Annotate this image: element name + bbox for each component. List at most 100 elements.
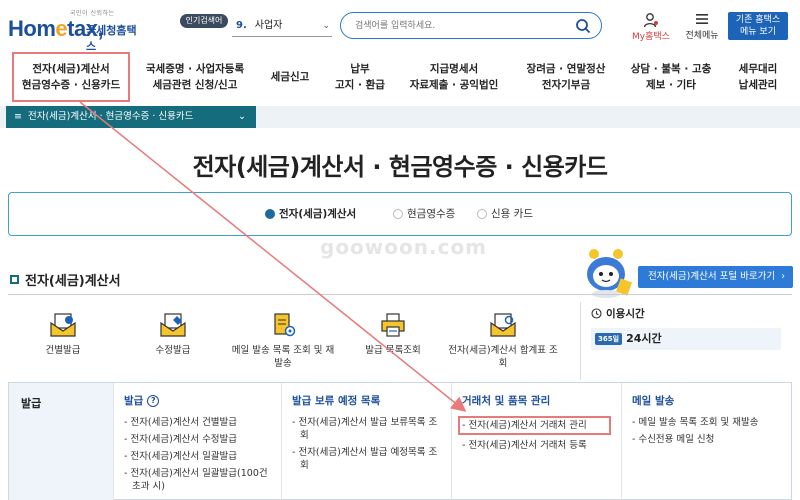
breadcrumb-label: 전자(세금)계산서 · 현금영수증 · 신용카드 — [27, 111, 194, 122]
menu-link[interactable]: - 전자(세금)계산서 건별발급 — [124, 416, 271, 429]
main-navigation: 전자(세금)계산서현금영수증 · 신용카드 국세증명 · 사업자등록세금관련 신… — [0, 52, 800, 102]
nav-label: 상담 · 불복 · 고충 — [630, 63, 712, 75]
my-hometax-label: My홈택스 — [632, 32, 670, 42]
section-title: 전자(세금)계산서 — [10, 270, 121, 289]
quick-summary[interactable]: 전자(세금)계산서 합계표 조회 — [448, 312, 558, 370]
chevron-right-icon: › — [781, 271, 785, 282]
issue-category-label: 발급 — [9, 383, 113, 500]
nav-item-counseling[interactable]: 상담 · 불복 · 고충 제보 · 기타 — [624, 52, 718, 102]
column-title: 발급 ? — [124, 393, 271, 408]
column-title-text: 발급 — [124, 395, 144, 407]
menu-link[interactable]: - 전자(세금)계산서 일괄발급(100건 초과 시) — [124, 467, 271, 493]
user-icon — [643, 13, 658, 28]
list-icon: ≡ — [14, 111, 22, 122]
mascot-icon — [587, 249, 632, 298]
column-title: 메일 발송 — [632, 395, 675, 407]
menu-link[interactable]: - 전자(세금)계산서 수정발급 — [124, 433, 271, 446]
breadcrumb-dropdown[interactable]: ≡ 전자(세금)계산서 · 현금영수증 · 신용카드 ⌄ — [6, 106, 256, 128]
menu-link-text: 전자(세금)계산서 거래처 관리 — [468, 420, 587, 431]
portal-button-label: 전자(세금)계산서 포털 바로가기 — [648, 271, 776, 282]
quick-issue-list[interactable]: 발급 목록조회 — [338, 312, 448, 357]
nav-sublabel: 세금관련 신청/신고 — [152, 79, 238, 91]
quick-issue-modify[interactable]: 수정발급 — [118, 312, 228, 357]
usage-title: 이용시간 — [591, 306, 645, 321]
usage-time-box: 이용시간 365일 24시간 — [580, 302, 792, 380]
menu-link[interactable]: - 수신전용 메일 신청 — [632, 433, 781, 446]
watermark: goowoon.com — [320, 235, 488, 259]
nav-label: 국세증명 · 사업자등록 — [145, 63, 245, 75]
popular-search-select[interactable]: 9. 사업자 ⌄ — [232, 15, 332, 37]
nav-sublabel: 현금영수증 · 신용카드 — [21, 79, 121, 91]
portal-shortcut-button[interactable]: 전자(세금)계산서 포털 바로가기 › — [638, 266, 793, 288]
menu-link[interactable]: - 전자(세금)계산서 발급 보류목록 조회 — [292, 416, 441, 442]
menu-link-text: 전자(세금)계산서 거래처 등록 — [468, 440, 587, 451]
menu-column-partners: 거래처 및 품목 관리 - 전자(세금)계산서 거래처 관리 - 전자(세금)계… — [451, 383, 621, 500]
nav-label: 지급명세서 — [429, 63, 479, 75]
old-hometax-menu-button[interactable]: 기존 홈택스 메뉴 보기 — [728, 12, 788, 40]
help-icon[interactable]: ? — [147, 394, 160, 407]
usage-badge: 365일 — [595, 333, 623, 345]
tab-cash-receipt[interactable]: 현금영수증 — [393, 206, 455, 221]
quick-label: 전자(세금)계산서 합계표 조회 — [448, 345, 558, 369]
old-menu-line1: 기존 홈택스 — [735, 15, 781, 25]
column-title: 발급 보류 예정 목록 — [292, 395, 381, 407]
popular-search-badge: 인기검색어 — [180, 14, 228, 28]
nav-label: 장려금 · 연말정산 — [526, 63, 606, 75]
my-hometax-button[interactable]: My홈택스 — [628, 12, 674, 42]
column-title: 거래처 및 품목 관리 — [462, 395, 551, 407]
hometax-logo[interactable]: 국민이 신뢰하는 Hometax, 국세청홈택스 — [8, 6, 143, 53]
issue-menu-table: 발급 발급 ? - 전자(세금)계산서 건별발급 - 전자(세금)계산서 수정발… — [8, 382, 792, 500]
nav-item-payment-statements[interactable]: 지급명세서 자료제출 · 공익법인 — [404, 52, 504, 102]
menu-link-text: 전자(세금)계산서 일괄발급(100건 초과 시) — [130, 468, 268, 492]
hamburger-icon — [696, 14, 708, 24]
nav-label: 세금신고 — [270, 71, 310, 83]
usage-value: 24시간 — [626, 332, 662, 345]
search-box — [340, 12, 602, 39]
printer-icon — [381, 313, 405, 337]
nav-item-tax-filing[interactable]: 세금신고 — [258, 52, 322, 102]
menu-link[interactable]: - 전자(세금)계산서 거래처 등록 — [462, 439, 611, 452]
menu-link-partner-manage[interactable]: - 전자(세금)계산서 거래처 관리 — [458, 416, 611, 435]
usage-title-text: 이용시간 — [606, 308, 645, 320]
quick-issue-single[interactable]: 건별발급 — [8, 312, 118, 357]
nav-item-certificates[interactable]: 국세증명 · 사업자등록세금관련 신청/신고 — [140, 52, 250, 102]
page-title: 전자(세금)계산서 · 현금영수증 · 신용카드 — [192, 153, 608, 181]
envelope-edit-icon — [160, 313, 186, 337]
search-input[interactable] — [355, 18, 565, 34]
square-bullet-icon — [10, 275, 19, 284]
menu-link[interactable]: - 메일 발송 목록 조회 및 재발송 — [632, 416, 781, 429]
breadcrumb-bar: ≡ 전자(세금)계산서 · 현금영수증 · 신용카드 ⌄ — [0, 106, 800, 128]
tab-credit-card[interactable]: 신용 카드 — [477, 206, 533, 221]
document-gear-icon — [274, 313, 296, 337]
nav-sublabel: 고지 · 환급 — [335, 79, 385, 91]
nav-item-payment[interactable]: 납부 고지 · 환급 — [326, 52, 394, 102]
menu-link[interactable]: - 전자(세금)계산서 발급 예정목록 조회 — [292, 446, 441, 472]
menu-link-text: 전자(세금)계산서 일괄발급 — [130, 451, 238, 462]
logo-korean-name: 국세청홈택스 — [86, 24, 137, 53]
tab-label: 전자(세금)계산서 — [279, 208, 357, 220]
all-menu-label: 전체메뉴 — [685, 31, 719, 41]
search-icon[interactable] — [575, 18, 591, 34]
tab-e-invoice[interactable]: 전자(세금)계산서 — [265, 206, 356, 221]
chevron-down-icon: ⌄ — [322, 21, 330, 31]
popular-rank: 9. — [236, 20, 247, 31]
old-menu-line2: 메뉴 보기 — [740, 27, 776, 37]
menu-link-text: 전자(세금)계산서 건별발급 — [130, 417, 238, 428]
popular-term: 사업자 — [254, 20, 283, 31]
usage-value-bar: 365일 24시간 — [591, 328, 781, 350]
nav-sublabel: 전자기부금 — [541, 79, 591, 91]
menu-link[interactable]: - 전자(세금)계산서 일괄발급 — [124, 450, 271, 463]
menu-link-text: 수신전용 메일 신청 — [638, 434, 715, 445]
nav-item-e-invoice[interactable]: 전자(세금)계산서현금영수증 · 신용카드 — [12, 52, 130, 102]
divider — [8, 294, 792, 295]
all-menu-button[interactable]: 전체메뉴 — [682, 12, 722, 42]
tab-label: 신용 카드 — [491, 208, 533, 220]
quick-mail-resend[interactable]: 메일 발송 목록 조회 및 재발송 — [228, 312, 338, 370]
quick-label: 건별발급 — [45, 345, 81, 356]
nav-label: 전자(세금)계산서 — [32, 63, 110, 75]
check-circle-icon — [477, 208, 487, 219]
nav-item-tax-agent[interactable]: 세무대리 납세관리 — [726, 52, 790, 102]
nav-item-incentives[interactable]: 장려금 · 연말정산전자기부금 — [514, 52, 618, 102]
section-title-text: 전자(세금)계산서 — [25, 274, 121, 289]
menu-link-text: 전자(세금)계산서 수정발급 — [130, 434, 238, 445]
